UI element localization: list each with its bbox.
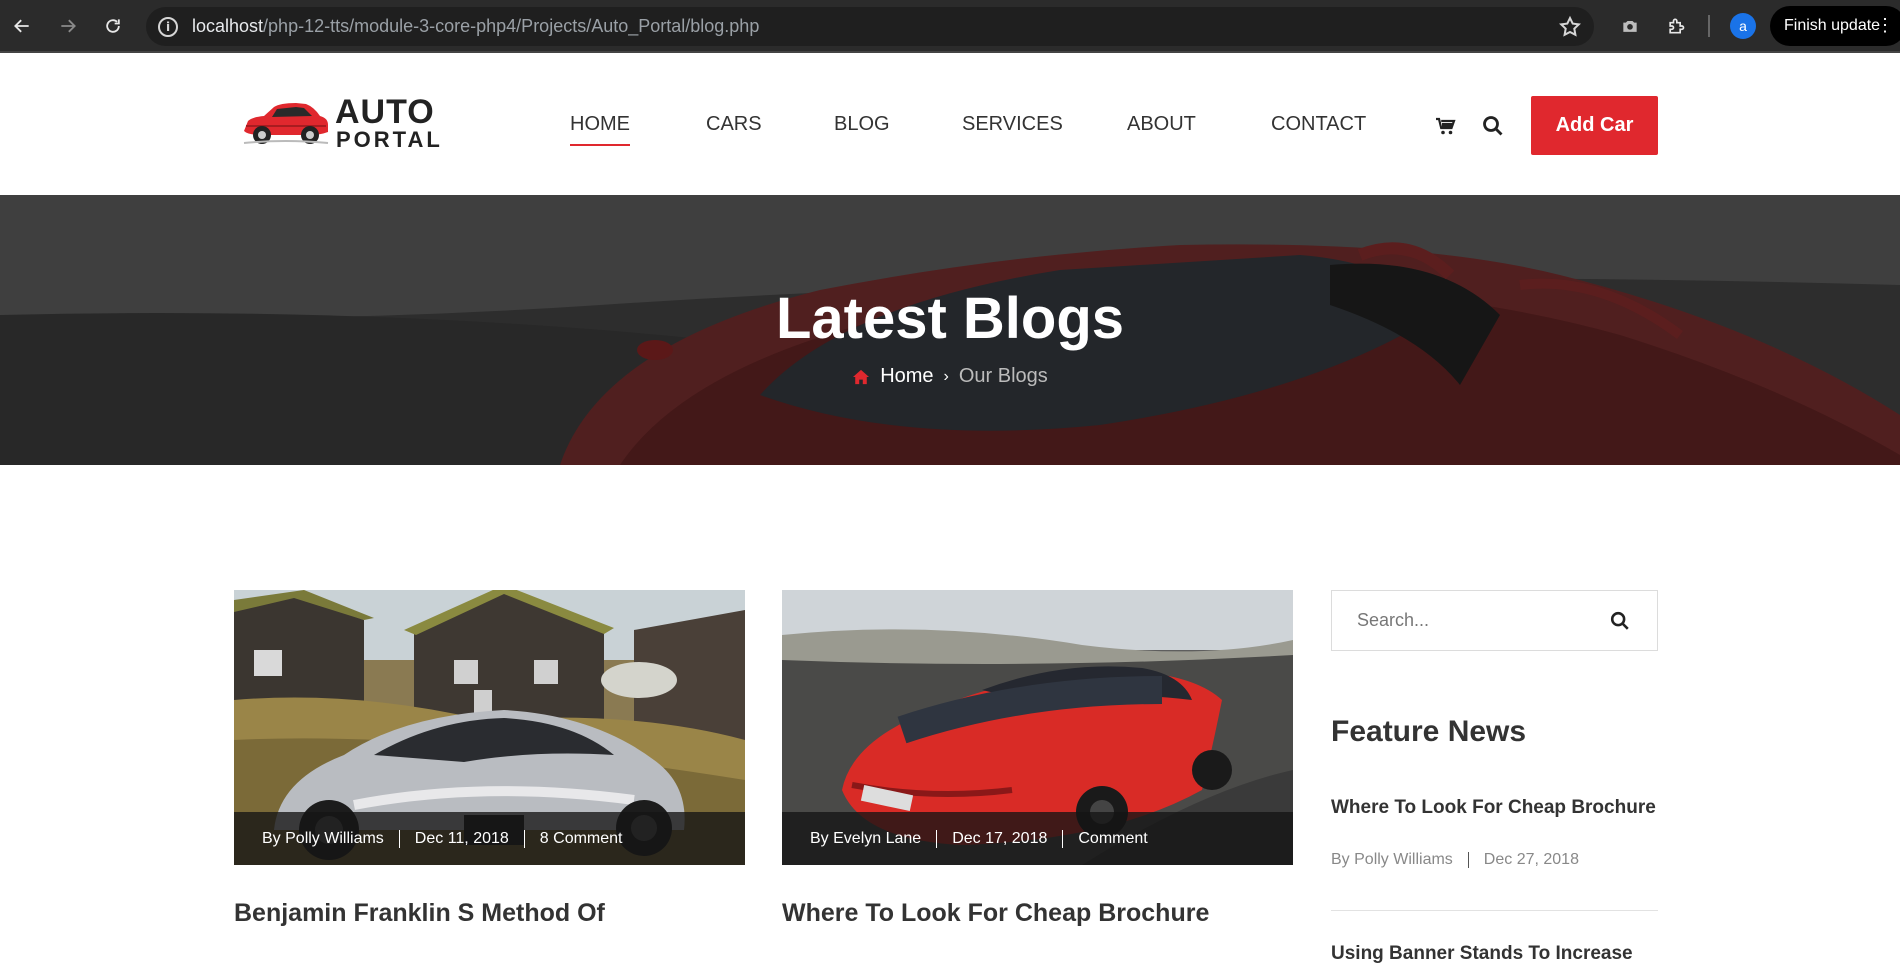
post-date: Dec 11, 2018 [414,829,509,847]
page-banner: Latest Blogs Home › Our Blogs [0,195,1900,465]
extensions-puzzle-icon[interactable] [1660,10,1692,42]
meta-divider [523,829,525,848]
news-meta: By Polly Williams Dec 27, 2018 [1331,851,1658,869]
sidebar-search [1331,590,1658,651]
blog-card: By Evelyn Lane Dec 17, 2018 Comment Wher… [782,590,1293,928]
post-comments[interactable]: 8 Comment [540,830,623,848]
profile-avatar[interactable]: a [1730,13,1756,39]
nav-blog[interactable]: BLOG [834,113,890,136]
finish-update-label: Finish update [1784,17,1881,34]
feature-news-heading: Feature News [1331,715,1527,748]
camera-icon[interactable] [1614,10,1646,42]
logo-text-portal: PORTAL [336,127,443,152]
blog-card: By Polly Williams Dec 11, 2018 8 Comment… [234,590,745,928]
cart-icon[interactable] [1434,114,1458,138]
post-title[interactable]: Where To Look For Cheap Brochure [782,899,1293,928]
meta-divider [1467,852,1469,868]
page-title: Latest Blogs [775,286,1125,351]
breadcrumb: Home › Our Blogs [0,365,1900,388]
nav-services[interactable]: SERVICES [962,113,1063,136]
url-text[interactable]: localhost/php-12-tts/module-3-core-php4/… [192,16,759,37]
breadcrumb-current: Our Blogs [958,365,1048,387]
post-comments[interactable]: Comment [1078,830,1147,848]
back-arrow-icon[interactable] [6,10,38,42]
search-input[interactable] [1332,591,1602,650]
post-author[interactable]: By Polly Williams [262,830,384,848]
search-icon[interactable] [1481,114,1505,138]
bookmark-star-icon[interactable] [1558,15,1582,39]
news-title[interactable]: Where To Look For Cheap Brochure [1331,797,1658,819]
more-menu-icon[interactable]: ⋮ [1876,15,1894,35]
blog-card-image[interactable]: By Polly Williams Dec 11, 2018 8 Comment [234,590,745,865]
search-icon[interactable] [1609,610,1631,632]
chevron-right-icon: › [943,367,949,385]
reload-icon[interactable] [97,10,129,42]
meta-divider [936,829,938,848]
nav-cars[interactable]: CARS [706,113,762,136]
home-icon [853,369,870,384]
site-header: AUTO PORTAL HOME CARS BLOG SERVICES ABOU… [0,55,1900,195]
post-author[interactable]: By Evelyn Lane [810,830,921,848]
news-title[interactable]: Using Banner Stands To Increase [1331,943,1658,965]
toolbar-divider [1708,15,1710,37]
nav-about[interactable]: ABOUT [1127,113,1196,136]
post-date: Dec 17, 2018 [952,829,1048,847]
meta-divider [398,829,400,848]
meta-divider [1062,829,1064,848]
post-meta: By Polly Williams Dec 11, 2018 8 Comment [234,812,745,865]
nav-home[interactable]: HOME [570,113,630,146]
nav-contact[interactable]: CONTACT [1271,113,1366,136]
news-author[interactable]: By Polly Williams [1331,851,1453,869]
finish-update-button[interactable]: Finish update ⋮ [1770,6,1900,46]
site-info-icon[interactable]: i [158,16,178,37]
site-logo[interactable]: AUTO PORTAL [240,93,440,157]
news-item: Where To Look For Cheap Brochure By Poll… [1331,797,1658,869]
post-meta: By Evelyn Lane Dec 17, 2018 Comment [782,812,1293,865]
add-car-button[interactable]: Add Car [1531,96,1658,155]
post-title[interactable]: Benjamin Franklin S Method Of [234,899,745,928]
breadcrumb-home-link[interactable]: Home [880,365,933,388]
browser-toolbar: i localhost/php-12-tts/module-3-core-php… [0,0,1900,53]
news-date: Dec 27, 2018 [1483,851,1579,868]
news-divider [1331,910,1658,911]
forward-arrow-icon[interactable] [52,10,84,42]
blog-card-image[interactable]: By Evelyn Lane Dec 17, 2018 Comment [782,590,1293,865]
address-bar[interactable]: i localhost/php-12-tts/module-3-core-php… [146,7,1594,46]
news-item: Using Banner Stands To Increase [1331,943,1658,965]
